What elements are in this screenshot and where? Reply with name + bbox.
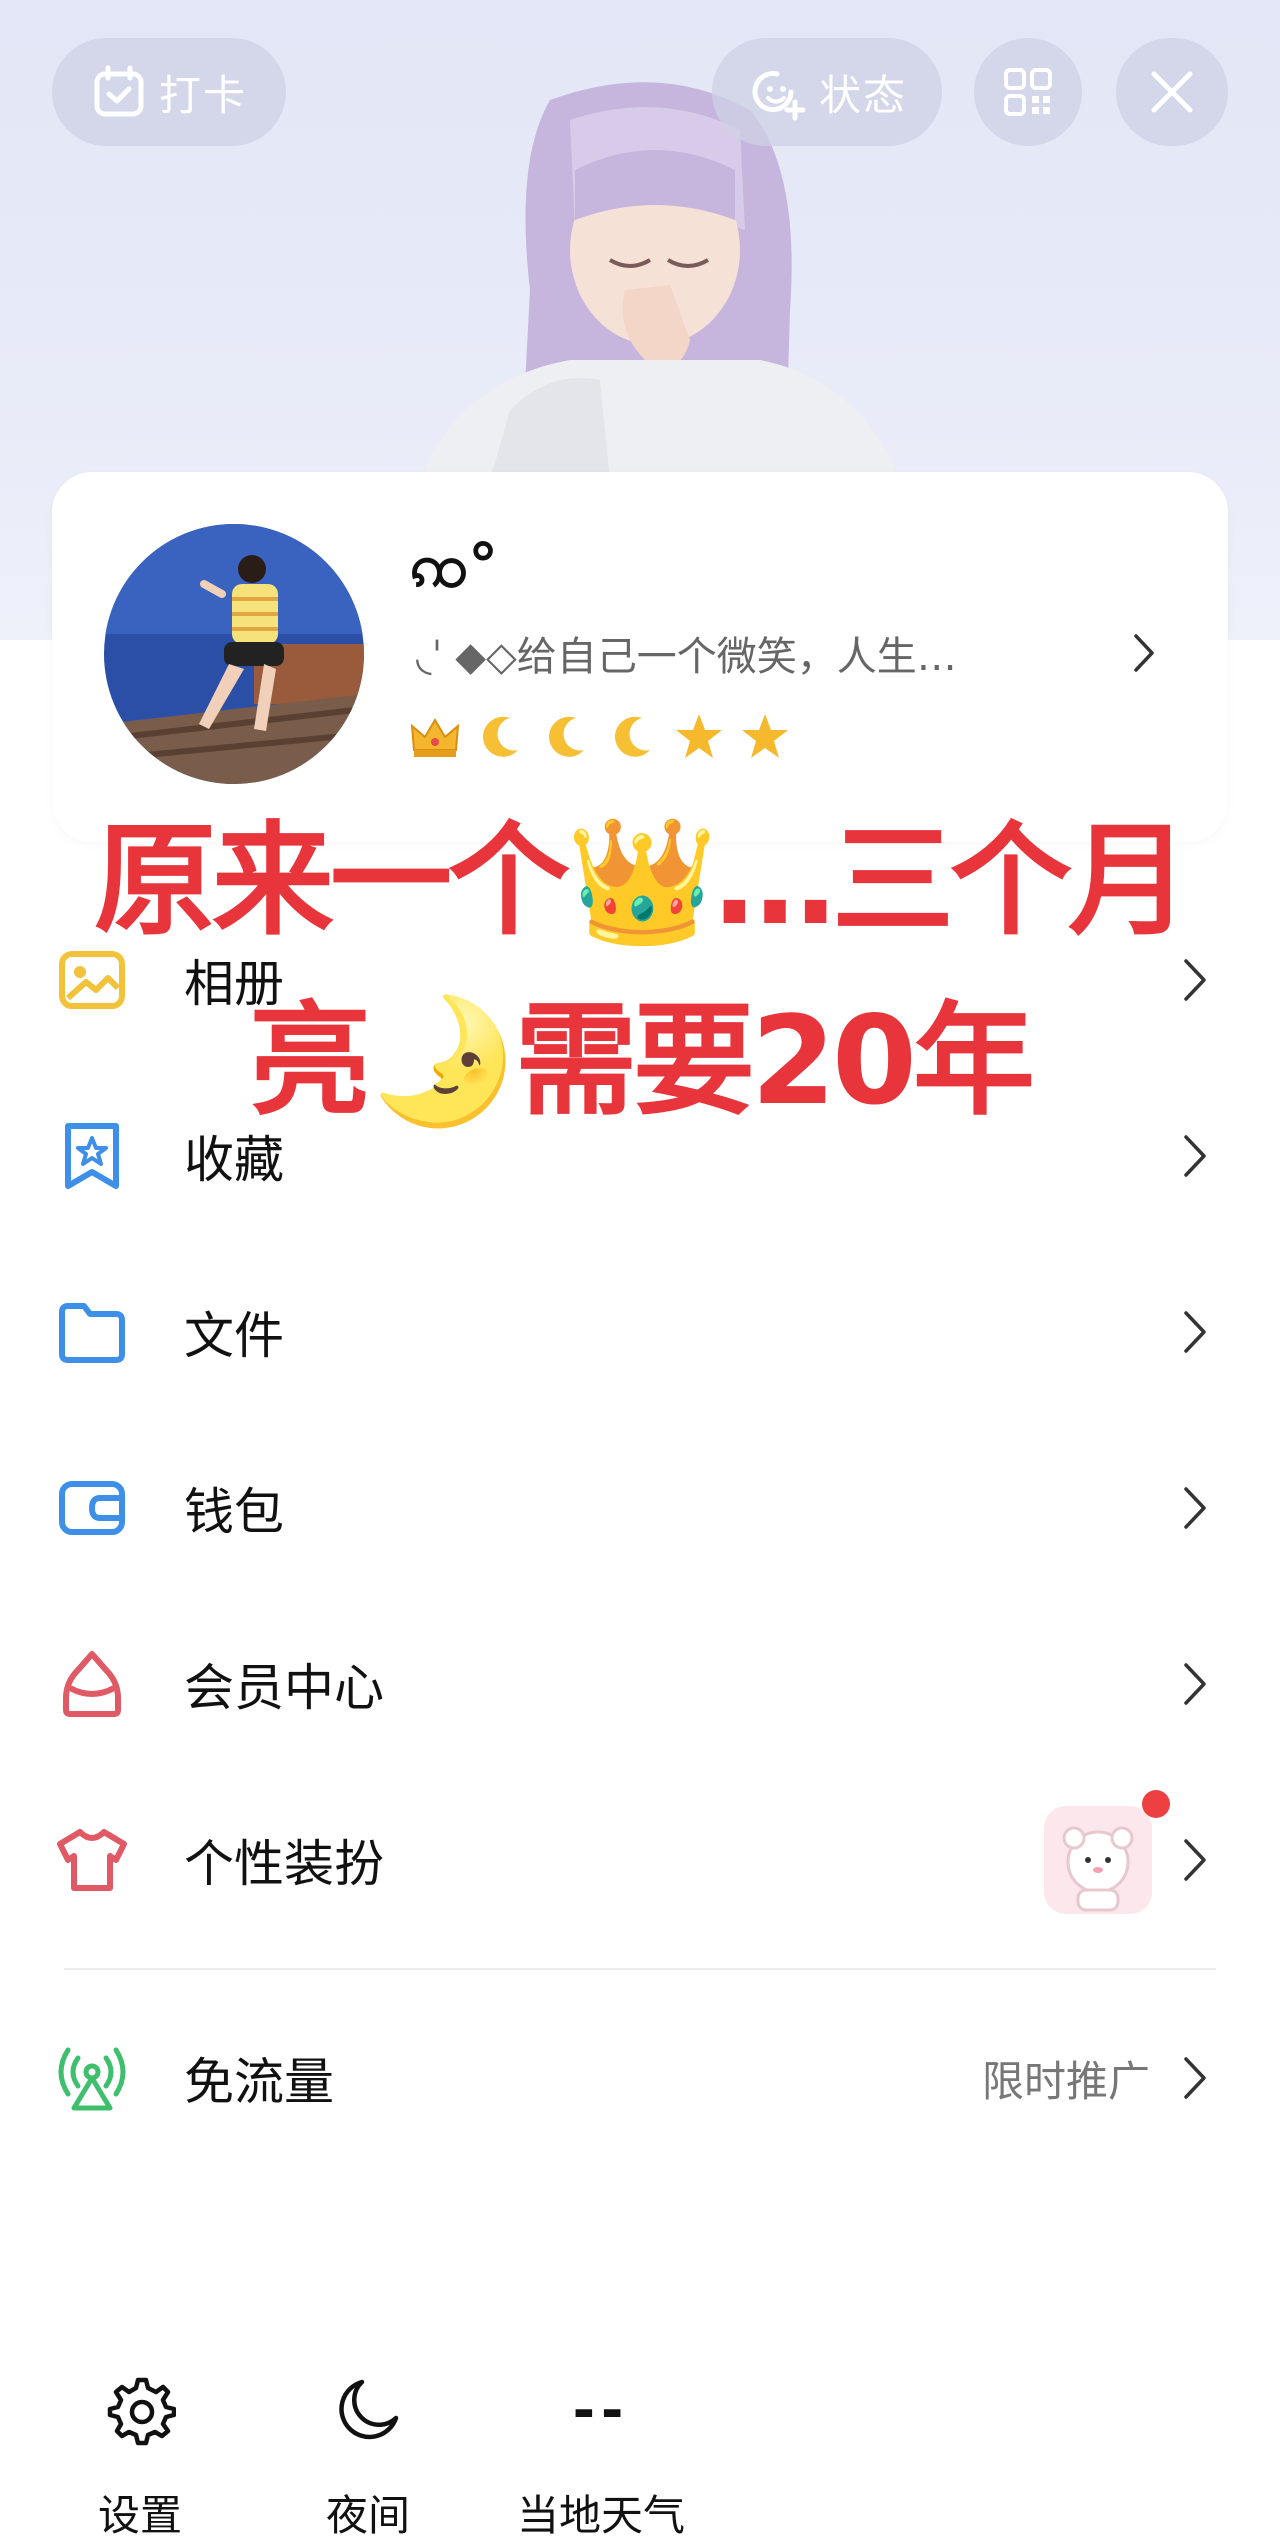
signature-text: ◟ˈ ◆◇给自己一个微笑，人生…: [416, 634, 957, 680]
menu-item-personalization[interactable]: 个性装扮: [0, 1772, 1280, 1948]
moon-icon: [339, 2379, 399, 2440]
wallet-icon: [59, 1481, 125, 1535]
star-icon: [742, 714, 788, 758]
checkin-button[interactable]: 打卡: [52, 38, 286, 146]
close-icon: [1151, 71, 1193, 113]
moon-icon: [549, 716, 584, 757]
tshirt-icon: [57, 1829, 127, 1891]
chevron-right-icon: [1184, 1487, 1206, 1529]
crown-icon: [410, 718, 460, 757]
vip-icon: [63, 1651, 121, 1717]
calendar-check-icon: [94, 65, 144, 117]
menu-label: 文件: [184, 1307, 284, 1365]
signature-row[interactable]: ◟ˈ ◆◇给自己一个微笑，人生…: [416, 624, 1156, 682]
qr-code-button[interactable]: [974, 38, 1082, 146]
close-button[interactable]: [1116, 38, 1228, 146]
chevron-right-icon: [1184, 1839, 1206, 1881]
weather-label: 当地天气: [516, 2491, 685, 2540]
star-icon: [676, 714, 722, 758]
avatar[interactable]: [104, 524, 364, 784]
dress-up-thumbnail: [1044, 1806, 1152, 1914]
overlay-caption-line1: 原来一个👑…三个月: [94, 810, 1190, 952]
notification-dot: [1142, 1790, 1170, 1818]
nickname: ꩡ°: [410, 531, 499, 601]
weather-value: --: [572, 2378, 630, 2442]
smiley-plus-icon: [752, 71, 806, 121]
overlay-caption-line2: 亮🌛需要20年: [249, 990, 1035, 1132]
qr-code-icon: [1004, 68, 1052, 116]
settings-button[interactable]: 设置: [50, 2370, 230, 2543]
menu-item-files[interactable]: 文件: [0, 1244, 1280, 1420]
chevron-right-icon: [1184, 1135, 1206, 1177]
avatar-photo: [104, 524, 364, 784]
moon-icon: [615, 716, 650, 757]
gear-icon: [107, 2377, 176, 2446]
menu-label: 免流量: [184, 2053, 334, 2111]
night-mode-button[interactable]: 夜间: [278, 2370, 458, 2543]
chevron-right-icon: [1184, 2057, 1206, 2099]
menu-label: 个性装扮: [184, 1835, 384, 1893]
settings-label: 设置: [97, 2491, 182, 2540]
chevron-right-icon: [1184, 1663, 1206, 1705]
status-label: 状态: [818, 70, 907, 120]
moon-icon: [483, 716, 518, 757]
chevron-right-icon: [1134, 634, 1154, 672]
level-badges[interactable]: [408, 710, 792, 764]
night-label: 夜间: [325, 2491, 410, 2540]
folder-icon: [59, 1303, 125, 1363]
menu-divider: [64, 1968, 1216, 1970]
chevron-right-icon: [1184, 1311, 1206, 1353]
menu-item-free-data[interactable]: 免流量 限时推广: [0, 1990, 1280, 2166]
menu-label: 钱包: [184, 1483, 284, 1541]
signal-tower-icon: [58, 2047, 126, 2111]
checkin-label: 打卡: [158, 70, 247, 120]
local-weather-button[interactable]: -- 当地天气: [506, 2370, 696, 2543]
menu-item-wallet[interactable]: 钱包: [0, 1420, 1280, 1596]
promo-tag: 限时推广: [981, 2056, 1150, 2106]
menu-item-vip-center[interactable]: 会员中心: [0, 1596, 1280, 1772]
status-button[interactable]: 状态: [712, 38, 942, 146]
menu-label: 会员中心: [184, 1659, 384, 1717]
